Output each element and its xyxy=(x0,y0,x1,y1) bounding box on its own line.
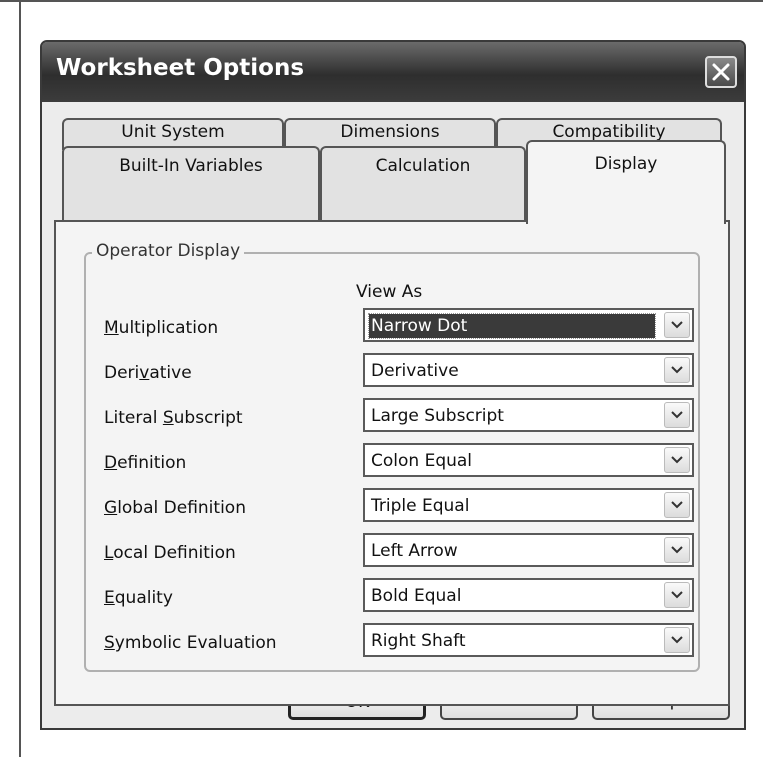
row-label-literal-subscript: Literal Subscript xyxy=(104,408,243,428)
select-value: Bold Equal xyxy=(371,586,462,606)
page-frame-left xyxy=(19,0,21,757)
dropdown-button[interactable] xyxy=(664,402,690,428)
select-value: Right Shaft xyxy=(371,631,466,651)
tab-label: Unit System xyxy=(121,122,225,142)
chevron-down-icon xyxy=(671,366,683,374)
local-definition-select[interactable]: Left Arrow xyxy=(363,533,694,567)
tab-calculation[interactable]: Calculation xyxy=(320,146,526,222)
view-as-header: View As xyxy=(356,282,423,302)
tab-display[interactable]: Display xyxy=(526,140,726,224)
multiplication-select[interactable]: Narrow Dot xyxy=(363,308,694,342)
tab-label: Dimensions xyxy=(340,122,440,142)
row-label-global-definition: Global Definition xyxy=(104,498,246,518)
chevron-down-icon xyxy=(671,456,683,464)
row-label-local-definition: Local Definition xyxy=(104,543,236,563)
tab-built-in-variables[interactable]: Built-In Variables xyxy=(62,146,320,222)
row-label-definition: Definition xyxy=(104,453,187,473)
group-label: Operator Display xyxy=(92,241,245,261)
tab-label: Display xyxy=(594,154,658,174)
dropdown-button[interactable] xyxy=(664,582,690,608)
tab-label: Compatibility xyxy=(552,122,666,142)
row-label-derivative: Derivative xyxy=(104,363,192,383)
dropdown-button[interactable] xyxy=(664,537,690,563)
tab-label: Built-In Variables xyxy=(119,156,263,176)
equality-select[interactable]: Bold Equal xyxy=(363,578,694,612)
dropdown-button[interactable] xyxy=(664,447,690,473)
chevron-down-icon xyxy=(671,591,683,599)
derivative-select[interactable]: Derivative xyxy=(363,353,694,387)
display-tab-panel: Operator Display View As Multiplication … xyxy=(54,220,730,706)
page-frame-top xyxy=(0,0,763,2)
chevron-down-icon xyxy=(671,546,683,554)
row-label-multiplication: Multiplication xyxy=(104,318,219,338)
dropdown-button[interactable] xyxy=(664,492,690,518)
global-definition-select[interactable]: Triple Equal xyxy=(363,488,694,522)
close-button[interactable] xyxy=(705,56,737,88)
select-value: Colon Equal xyxy=(371,451,473,471)
row-label-equality: Equality xyxy=(104,588,173,608)
title-bar[interactable]: Worksheet Options xyxy=(42,42,744,102)
dialog-client: Unit System Dimensions Compatibility Bui… xyxy=(42,102,744,728)
dropdown-button[interactable] xyxy=(664,627,690,653)
select-value: Narrow Dot xyxy=(368,313,656,339)
tab-label: Calculation xyxy=(375,156,471,176)
select-value: Derivative xyxy=(371,361,459,381)
select-value: Triple Equal xyxy=(371,496,470,516)
literal-subscript-select[interactable]: Large Subscript xyxy=(363,398,694,432)
worksheet-options-dialog: Worksheet Options Unit System Dimensions… xyxy=(40,40,746,730)
chevron-down-icon xyxy=(671,321,683,329)
select-value: Left Arrow xyxy=(371,541,458,561)
chevron-down-icon xyxy=(671,411,683,419)
chevron-down-icon xyxy=(671,636,683,644)
symbolic-evaluation-select[interactable]: Right Shaft xyxy=(363,623,694,657)
row-label-symbolic-evaluation: Symbolic Evaluation xyxy=(104,633,277,653)
dropdown-button[interactable] xyxy=(664,357,690,383)
chevron-down-icon xyxy=(671,501,683,509)
select-value: Large Subscript xyxy=(371,406,504,426)
dialog-title: Worksheet Options xyxy=(56,55,305,81)
close-icon xyxy=(712,63,730,81)
dropdown-button[interactable] xyxy=(664,312,690,338)
definition-select[interactable]: Colon Equal xyxy=(363,443,694,477)
